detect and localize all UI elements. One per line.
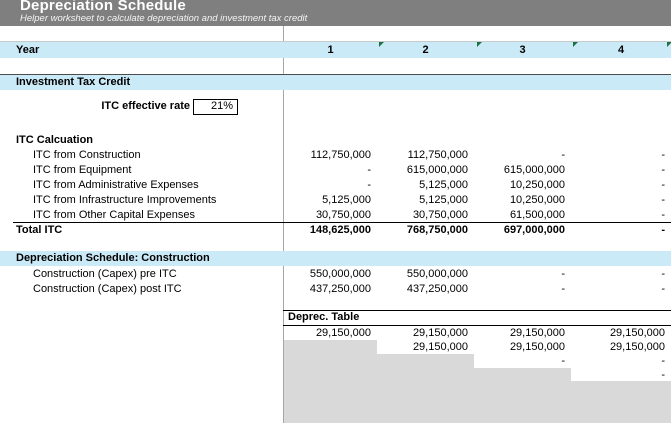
itc-section-title: Investment Tax Credit bbox=[0, 75, 284, 90]
deprec-table-top-rule bbox=[283, 310, 671, 311]
total-rule bbox=[13, 222, 671, 223]
value-cell[interactable]: 112,750,000 bbox=[377, 148, 474, 163]
depreciation-section-header[interactable]: Depreciation Schedule: Construction bbox=[0, 251, 671, 266]
value-cell[interactable]: - bbox=[474, 354, 571, 368]
disabled-region bbox=[284, 381, 671, 423]
value-cell[interactable]: 29,150,000 bbox=[377, 340, 474, 354]
value-cell[interactable]: - bbox=[474, 282, 571, 297]
value-cell[interactable]: - bbox=[571, 178, 671, 193]
row-label[interactable]: ITC from Administrative Expenses bbox=[0, 178, 284, 193]
total-itc-label[interactable]: Total ITC bbox=[0, 223, 284, 238]
value-cell[interactable]: - bbox=[571, 368, 671, 382]
value-cell[interactable]: 697,000,000 bbox=[474, 223, 571, 238]
deprec-table-row[interactable]: 29,150,000 29,150,000 29,150,000 bbox=[284, 340, 671, 354]
value-cell[interactable]: 29,150,000 bbox=[474, 326, 571, 340]
value-cell[interactable]: 5,125,000 bbox=[284, 193, 377, 208]
value-cell[interactable]: 29,150,000 bbox=[284, 326, 377, 340]
value-cell[interactable]: - bbox=[284, 178, 377, 193]
itc-rate-input[interactable]: 21% bbox=[193, 99, 238, 115]
total-itc-row[interactable]: Total ITC 148,625,000 768,750,000 697,00… bbox=[0, 223, 671, 238]
value-cell[interactable]: 29,150,000 bbox=[474, 340, 571, 354]
value-cell[interactable]: - bbox=[571, 282, 671, 297]
row-label[interactable]: ITC from Other Capital Expenses bbox=[0, 208, 284, 223]
value-cell[interactable]: 29,150,000 bbox=[571, 340, 671, 354]
value-cell[interactable]: - bbox=[474, 148, 571, 163]
row-label[interactable]: Construction (Capex) post ITC bbox=[0, 282, 284, 297]
itc-rate-label: ITC effective rate bbox=[0, 100, 190, 112]
title-bar: Depreciation Schedule Helper worksheet t… bbox=[0, 0, 671, 26]
value-cell[interactable]: - bbox=[571, 354, 671, 368]
itc-section-header[interactable]: Investment Tax Credit bbox=[0, 74, 671, 90]
disabled-cell bbox=[284, 354, 377, 368]
value-cell[interactable]: 5,125,000 bbox=[377, 193, 474, 208]
page-title: Depreciation Schedule bbox=[20, 0, 186, 14]
value-cell[interactable]: 30,750,000 bbox=[377, 208, 474, 223]
year-label-cell[interactable]: Year bbox=[0, 42, 284, 58]
year-cell-3[interactable]: 3 bbox=[474, 42, 571, 58]
year-header-row[interactable]: Year 1 2 3 4 bbox=[0, 41, 671, 58]
disabled-cell bbox=[284, 340, 377, 354]
table-row[interactable]: ITC from Infrastructure Improvements 5,1… bbox=[0, 193, 671, 208]
year-cell-4[interactable]: 4 bbox=[571, 42, 671, 58]
deprec-table-row[interactable]: - bbox=[284, 368, 671, 382]
value-cell[interactable]: 550,000,000 bbox=[284, 267, 377, 282]
value-cell[interactable]: - bbox=[474, 267, 571, 282]
value-cell[interactable]: 29,150,000 bbox=[377, 326, 474, 340]
value-cell[interactable]: 148,625,000 bbox=[284, 223, 377, 238]
itc-calc-header-row[interactable]: ITC Calcuation bbox=[0, 133, 671, 148]
disabled-cell bbox=[377, 354, 474, 368]
value-cell[interactable]: 112,750,000 bbox=[284, 148, 377, 163]
cell-flag-icon bbox=[477, 42, 482, 47]
value-cell[interactable]: 5,125,000 bbox=[377, 178, 474, 193]
spreadsheet: Depreciation Schedule Helper worksheet t… bbox=[0, 0, 671, 423]
table-row[interactable]: Construction (Capex) post ITC 437,250,00… bbox=[0, 282, 671, 297]
value-cell[interactable]: - bbox=[571, 193, 671, 208]
table-row[interactable]: ITC from Other Capital Expenses 30,750,0… bbox=[0, 208, 671, 223]
row-label[interactable]: ITC from Infrastructure Improvements bbox=[0, 193, 284, 208]
value-cell[interactable]: - bbox=[571, 148, 671, 163]
row-label[interactable]: ITC from Equipment bbox=[0, 163, 284, 178]
year-cell-1[interactable]: 1 bbox=[284, 42, 377, 58]
deprec-table-row[interactable]: - - bbox=[284, 354, 671, 368]
cell-flag-icon bbox=[379, 42, 384, 47]
table-row[interactable]: ITC from Construction 112,750,000 112,75… bbox=[0, 148, 671, 163]
value-cell[interactable]: 615,000,000 bbox=[377, 163, 474, 178]
value-cell[interactable]: 10,250,000 bbox=[474, 193, 571, 208]
value-cell[interactable]: 550,000,000 bbox=[377, 267, 474, 282]
value-cell[interactable]: - bbox=[571, 223, 671, 238]
disabled-cell bbox=[284, 368, 377, 382]
deprec-table-label[interactable]: Deprec. Table bbox=[288, 310, 359, 325]
value-cell[interactable]: 29,150,000 bbox=[571, 326, 671, 340]
depreciation-section-title: Depreciation Schedule: Construction bbox=[0, 251, 284, 266]
value-cell[interactable]: 437,250,000 bbox=[284, 282, 377, 297]
table-row[interactable]: ITC from Administrative Expenses - 5,125… bbox=[0, 178, 671, 193]
value-cell[interactable]: 30,750,000 bbox=[284, 208, 377, 223]
page-subtitle: Helper worksheet to calculate depreciati… bbox=[20, 13, 307, 24]
disabled-cell bbox=[377, 368, 474, 382]
value-cell[interactable]: - bbox=[571, 163, 671, 178]
deprec-table-header-rule bbox=[283, 325, 671, 326]
year-cell-2[interactable]: 2 bbox=[377, 42, 474, 58]
value-cell[interactable]: - bbox=[571, 267, 671, 282]
row-label[interactable]: ITC from Construction bbox=[0, 148, 284, 163]
itc-calc-header: ITC Calcuation bbox=[0, 133, 284, 148]
cell-flag-icon bbox=[573, 42, 578, 47]
value-cell[interactable]: 61,500,000 bbox=[474, 208, 571, 223]
value-cell[interactable]: 768,750,000 bbox=[377, 223, 474, 238]
value-cell[interactable]: - bbox=[284, 163, 377, 178]
value-cell[interactable]: - bbox=[571, 208, 671, 223]
table-row[interactable]: ITC from Equipment - 615,000,000 615,000… bbox=[0, 163, 671, 178]
cell-flag-icon bbox=[667, 42, 671, 47]
value-cell[interactable]: 10,250,000 bbox=[474, 178, 571, 193]
table-row[interactable]: Construction (Capex) pre ITC 550,000,000… bbox=[0, 267, 671, 282]
value-cell[interactable]: 437,250,000 bbox=[377, 282, 474, 297]
disabled-cell bbox=[474, 368, 571, 382]
deprec-table-row[interactable]: 29,150,000 29,150,000 29,150,000 29,150,… bbox=[284, 326, 671, 340]
row-label[interactable]: Construction (Capex) pre ITC bbox=[0, 267, 284, 282]
value-cell[interactable]: 615,000,000 bbox=[474, 163, 571, 178]
